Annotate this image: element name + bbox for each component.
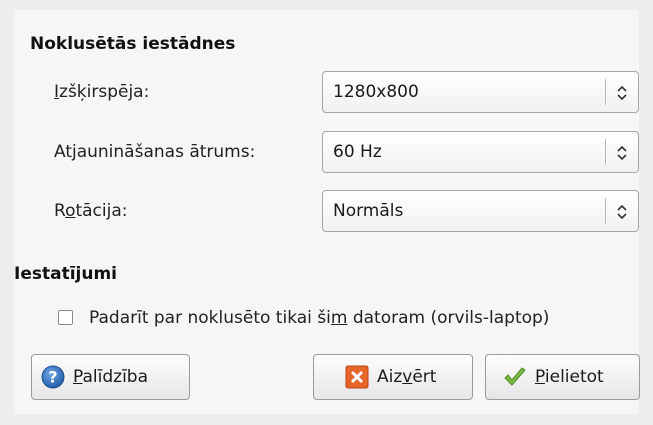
rotation-label: Rotācija: (54, 201, 128, 221)
checkbox-label: Padarīt par noklusēto tikai šim datoram … (89, 308, 550, 328)
svg-text:?: ? (48, 368, 57, 387)
help-icon: ? (41, 365, 65, 389)
combo-separator (605, 79, 606, 105)
apply-button[interactable]: Pielietot (485, 354, 640, 400)
checkmark-icon (504, 367, 526, 386)
section-title-settings: Iestatījumi (14, 264, 117, 284)
combo-separator (605, 198, 606, 224)
section-title-defaults: Noklusētās iestādnes (30, 34, 236, 54)
up-down-arrows-icon (617, 85, 627, 101)
resolution-value: 1280x800 (333, 82, 419, 102)
rotation-combobox[interactable]: Normāls (322, 190, 639, 232)
apply-button-label: Pielietot (535, 367, 604, 387)
combo-separator (605, 139, 606, 165)
up-down-arrows-icon (617, 204, 627, 220)
refresh-rate-combobox[interactable]: 60 Hz (322, 131, 639, 173)
resolution-combobox[interactable]: 1280x800 (322, 71, 639, 113)
up-down-arrows-icon (617, 145, 627, 161)
resolution-label: Izšķirspēja: (54, 82, 150, 102)
rotation-value: Normāls (333, 201, 404, 221)
refresh-rate-label: Atjaunināšanas ātrums: (54, 142, 256, 162)
close-button[interactable]: Aizvērt (313, 354, 473, 400)
default-only-this-computer-checkbox[interactable] (58, 310, 73, 325)
help-button[interactable]: ? Palīdzība (31, 354, 190, 400)
close-button-label: Aizvērt (377, 367, 437, 387)
close-icon (345, 365, 369, 389)
help-button-label: Palīdzība (73, 367, 149, 387)
refresh-rate-value: 60 Hz (333, 142, 382, 162)
